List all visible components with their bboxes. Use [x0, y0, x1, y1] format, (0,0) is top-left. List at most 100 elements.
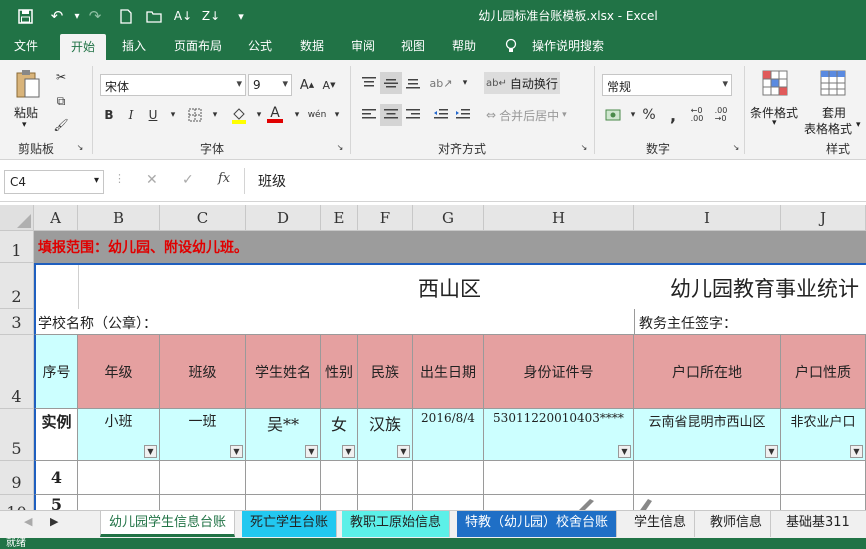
- merge-center-button[interactable]: ⇔ 合并后居中 ▾: [484, 104, 584, 126]
- example-gender[interactable]: 女 ▼: [321, 409, 358, 461]
- currency-icon[interactable]: [602, 104, 624, 126]
- grid-cell[interactable]: [78, 461, 160, 495]
- paste-dropdown-icon[interactable]: ▾: [22, 120, 27, 130]
- grid-cell[interactable]: [484, 461, 634, 495]
- grid-cell[interactable]: [781, 461, 866, 495]
- sheet-tab-base[interactable]: 基础基311: [778, 511, 858, 537]
- header-student-name[interactable]: 学生姓名: [246, 335, 321, 409]
- sheet-tab-teacher[interactable]: 教师信息: [702, 511, 772, 537]
- example-label[interactable]: 实例: [34, 409, 78, 461]
- column-header-i[interactable]: I: [634, 205, 781, 231]
- row-header-3[interactable]: 3: [0, 309, 34, 335]
- column-header-h[interactable]: H: [484, 205, 634, 231]
- example-birth-date[interactable]: 2016/8/4: [413, 409, 484, 461]
- dropdown-arrow-icon[interactable]: ▼: [305, 445, 318, 458]
- increase-decimal-icon[interactable]: ←0.00: [686, 104, 708, 126]
- grid-cell[interactable]: [358, 461, 413, 495]
- row-header-9[interactable]: 9: [0, 461, 34, 495]
- grid-cell[interactable]: [246, 461, 321, 495]
- sheet-tab-student[interactable]: 学生信息: [626, 511, 696, 537]
- column-header-j[interactable]: J: [781, 205, 866, 231]
- grid-cell[interactable]: [321, 461, 358, 495]
- column-header-d[interactable]: D: [246, 205, 321, 231]
- bold-button[interactable]: B: [98, 104, 120, 126]
- format-painter-icon[interactable]: 🖌: [50, 114, 72, 136]
- phonetic-dropdown-icon[interactable]: ▾: [326, 104, 348, 126]
- scroll-tabs-right-icon[interactable]: ▶: [50, 515, 58, 528]
- cut-icon[interactable]: ✂: [50, 66, 72, 88]
- orientation-dropdown-icon[interactable]: ▾: [454, 72, 476, 94]
- header-birth-date[interactable]: 出生日期: [413, 335, 484, 409]
- font-color-dropdown-icon[interactable]: ▾: [286, 104, 308, 126]
- decrease-indent-icon[interactable]: [430, 104, 452, 126]
- tab-view[interactable]: 视图: [393, 32, 433, 60]
- grid-cell[interactable]: [78, 495, 160, 510]
- orientation-icon[interactable]: ab↗: [430, 72, 453, 94]
- wrap-text-button[interactable]: ab↵ 自动换行: [484, 72, 560, 94]
- paste-label[interactable]: 粘贴: [14, 104, 38, 121]
- cancel-icon[interactable]: ✕: [146, 172, 158, 188]
- grid-cell[interactable]: [160, 495, 246, 510]
- alignment-launcher-icon[interactable]: ↘: [578, 140, 590, 154]
- grid-cell[interactable]: [321, 495, 358, 510]
- font-color-icon[interactable]: A: [264, 104, 286, 126]
- report-title[interactable]: 幼儿园教育事业统计: [670, 273, 859, 303]
- scroll-tabs-left-icon[interactable]: ◀: [24, 515, 32, 528]
- column-header-c[interactable]: C: [160, 205, 246, 231]
- column-header-a[interactable]: A: [34, 205, 78, 231]
- fill-color-icon[interactable]: [228, 104, 250, 126]
- dropdown-arrow-icon[interactable]: ▼: [850, 445, 863, 458]
- tab-insert[interactable]: 插入: [112, 32, 156, 60]
- underline-button[interactable]: U: [142, 104, 164, 126]
- formula-input[interactable]: 班级: [258, 171, 286, 191]
- example-student-name[interactable]: 吴** ▼: [246, 409, 321, 461]
- borders-icon[interactable]: [184, 104, 206, 126]
- sheet-tab-special-education[interactable]: 特教（幼儿园）校舍台账: [457, 511, 618, 537]
- number-launcher-icon[interactable]: ↘: [730, 140, 742, 154]
- example-class[interactable]: 一班 ▼: [160, 409, 246, 461]
- grid-cell[interactable]: [634, 461, 781, 495]
- align-right-icon[interactable]: [402, 104, 424, 126]
- header-serial[interactable]: 序号: [34, 335, 78, 409]
- grid-cell[interactable]: [634, 495, 781, 510]
- dropdown-arrow-icon[interactable]: ▼: [144, 445, 157, 458]
- header-gender[interactable]: 性别: [321, 335, 358, 409]
- header-class[interactable]: 班级: [160, 335, 246, 409]
- example-grade[interactable]: 小班 ▼: [78, 409, 160, 461]
- column-header-f[interactable]: F: [358, 205, 413, 231]
- grid-cell[interactable]: [246, 495, 321, 510]
- grid-cell[interactable]: [160, 461, 246, 495]
- phonetic-guide-icon[interactable]: wén: [306, 104, 328, 126]
- format-as-table-label-2[interactable]: 表格格式: [804, 120, 852, 137]
- row-header-5[interactable]: 5: [0, 409, 34, 461]
- director-signature-label[interactable]: 教务主任签字：: [639, 313, 737, 333]
- align-middle-icon[interactable]: [380, 72, 402, 94]
- example-household-type[interactable]: 非农业户口 ▼: [781, 409, 866, 461]
- align-left-icon[interactable]: [358, 104, 380, 126]
- align-top-icon[interactable]: [358, 72, 380, 94]
- percent-icon[interactable]: %: [638, 104, 660, 126]
- example-id-number[interactable]: 53011220010403**** ▼: [484, 409, 634, 461]
- example-household-location[interactable]: 云南省昆明市西山区 ▼: [634, 409, 781, 461]
- sheet-tab-student-info[interactable]: 幼儿园学生信息台账: [100, 511, 236, 537]
- header-household-location[interactable]: 户口所在地: [634, 335, 781, 409]
- row-header-2[interactable]: 2: [0, 263, 34, 309]
- serial-cell[interactable]: 4: [34, 461, 78, 495]
- decrease-font-icon[interactable]: A ▼: [318, 74, 340, 96]
- tab-file[interactable]: 文件: [6, 32, 46, 60]
- tab-review[interactable]: 审阅: [343, 32, 383, 60]
- tab-page-layout[interactable]: 页面布局: [166, 32, 230, 60]
- decrease-decimal-icon[interactable]: .00 →0: [710, 104, 732, 126]
- increase-font-icon[interactable]: A ▲: [296, 74, 318, 96]
- paste-icon[interactable]: [12, 68, 44, 100]
- conditional-formatting-dropdown-icon[interactable]: ▾: [772, 118, 777, 128]
- school-name-label[interactable]: 学校名称（公章）：: [38, 313, 157, 333]
- grid-cell[interactable]: [781, 495, 866, 510]
- align-center-icon[interactable]: [380, 104, 402, 126]
- format-as-table-label-1[interactable]: 套用: [822, 104, 846, 121]
- grid-cell[interactable]: [413, 461, 484, 495]
- dropdown-arrow-icon[interactable]: ▼: [765, 445, 778, 458]
- tab-formulas[interactable]: 公式: [240, 32, 280, 60]
- number-format-select[interactable]: 常规 ▾: [602, 74, 732, 96]
- header-ethnicity[interactable]: 民族: [358, 335, 413, 409]
